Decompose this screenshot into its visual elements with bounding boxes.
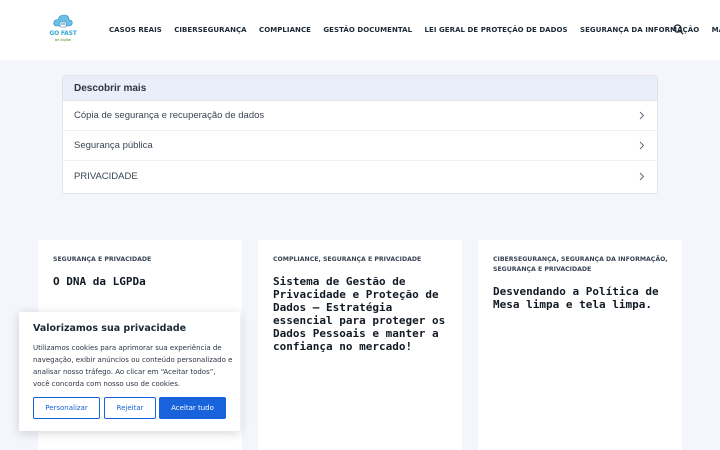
cloud-logo-icon bbox=[53, 14, 73, 28]
discover-item-seguranca-publica[interactable]: Segurança pública bbox=[63, 131, 657, 161]
cookie-banner-text: Utilizamos cookies para aprimorar sua ex… bbox=[33, 344, 233, 388]
reject-button[interactable]: Rejeitar bbox=[104, 397, 156, 419]
post-categories[interactable]: SEGURANÇA E PRIVACIDADE bbox=[53, 255, 231, 265]
customize-button[interactable]: Personalizar bbox=[33, 397, 100, 419]
nav-item-lgpd[interactable]: LEI GERAL DE PROTEÇÃO DE DADOS bbox=[425, 26, 568, 34]
nav-more-label: MAIS bbox=[711, 26, 720, 34]
chevron-right-icon bbox=[639, 172, 645, 180]
post-categories[interactable]: COMPLIANCE, SEGURANÇA E PRIVACIDADE bbox=[273, 255, 451, 265]
discover-item-label: Segurança pública bbox=[74, 140, 153, 151]
cookie-banner-title: Valorizamos sua privacidade bbox=[33, 323, 187, 334]
post-categories[interactable]: CIBERSEGURANÇA, SEGURANÇA DA INFORMAÇÃO,… bbox=[493, 255, 671, 275]
cookie-consent-banner: Valorizamos sua privacidade Utilizamos c… bbox=[19, 312, 240, 431]
discover-item-privacidade[interactable]: PRIVACIDADE bbox=[63, 161, 657, 191]
nav-item-mais[interactable]: MAIS bbox=[712, 26, 720, 34]
post-title[interactable]: O DNA da LGPDa bbox=[53, 275, 233, 288]
discover-item-backup[interactable]: Cópia de segurança e recuperação de dado… bbox=[63, 101, 657, 131]
nav-item-ciberseguranca[interactable]: CIBERSEGURANÇA bbox=[174, 26, 246, 34]
site-header: GO FAST be digital CASOS REAIS CIBERSEGU… bbox=[0, 0, 720, 60]
chevron-right-icon bbox=[639, 141, 645, 150]
discover-more-box: Descobrir mais Cópia de segurança e recu… bbox=[62, 75, 658, 194]
discover-item-label: Cópia de segurança e recuperação de dado… bbox=[74, 110, 265, 121]
accept-all-button[interactable]: Aceitar tudo bbox=[159, 397, 226, 419]
logo-tagline: be digital bbox=[54, 38, 72, 42]
site-logo[interactable]: GO FAST be digital bbox=[48, 14, 78, 46]
search-icon[interactable] bbox=[673, 24, 684, 35]
chevron-right-icon bbox=[639, 111, 645, 120]
post-card: COMPLIANCE, SEGURANÇA E PRIVACIDADE Sist… bbox=[258, 240, 462, 450]
logo-name: GO FAST bbox=[49, 30, 77, 37]
main-nav: CASOS REAIS CIBERSEGURANÇA COMPLIANCE GE… bbox=[109, 25, 720, 35]
discover-more-title: Descobrir mais bbox=[74, 82, 147, 94]
discover-more-header: Descobrir mais bbox=[63, 76, 657, 101]
nav-item-casos-reais[interactable]: CASOS REAIS bbox=[109, 26, 162, 34]
post-title[interactable]: Sistema de Gestão de Privacidade e Prote… bbox=[273, 275, 453, 353]
discover-item-label: PRIVACIDADE bbox=[74, 170, 138, 182]
nav-item-gestao-documental[interactable]: GESTÃO DOCUMENTAL bbox=[323, 26, 412, 34]
post-title[interactable]: Desvendando a Política de Mesa limpa e t… bbox=[493, 285, 673, 311]
nav-item-compliance[interactable]: COMPLIANCE bbox=[259, 26, 311, 34]
post-card: CIBERSEGURANÇA, SEGURANÇA DA INFORMAÇÃO,… bbox=[478, 240, 682, 450]
